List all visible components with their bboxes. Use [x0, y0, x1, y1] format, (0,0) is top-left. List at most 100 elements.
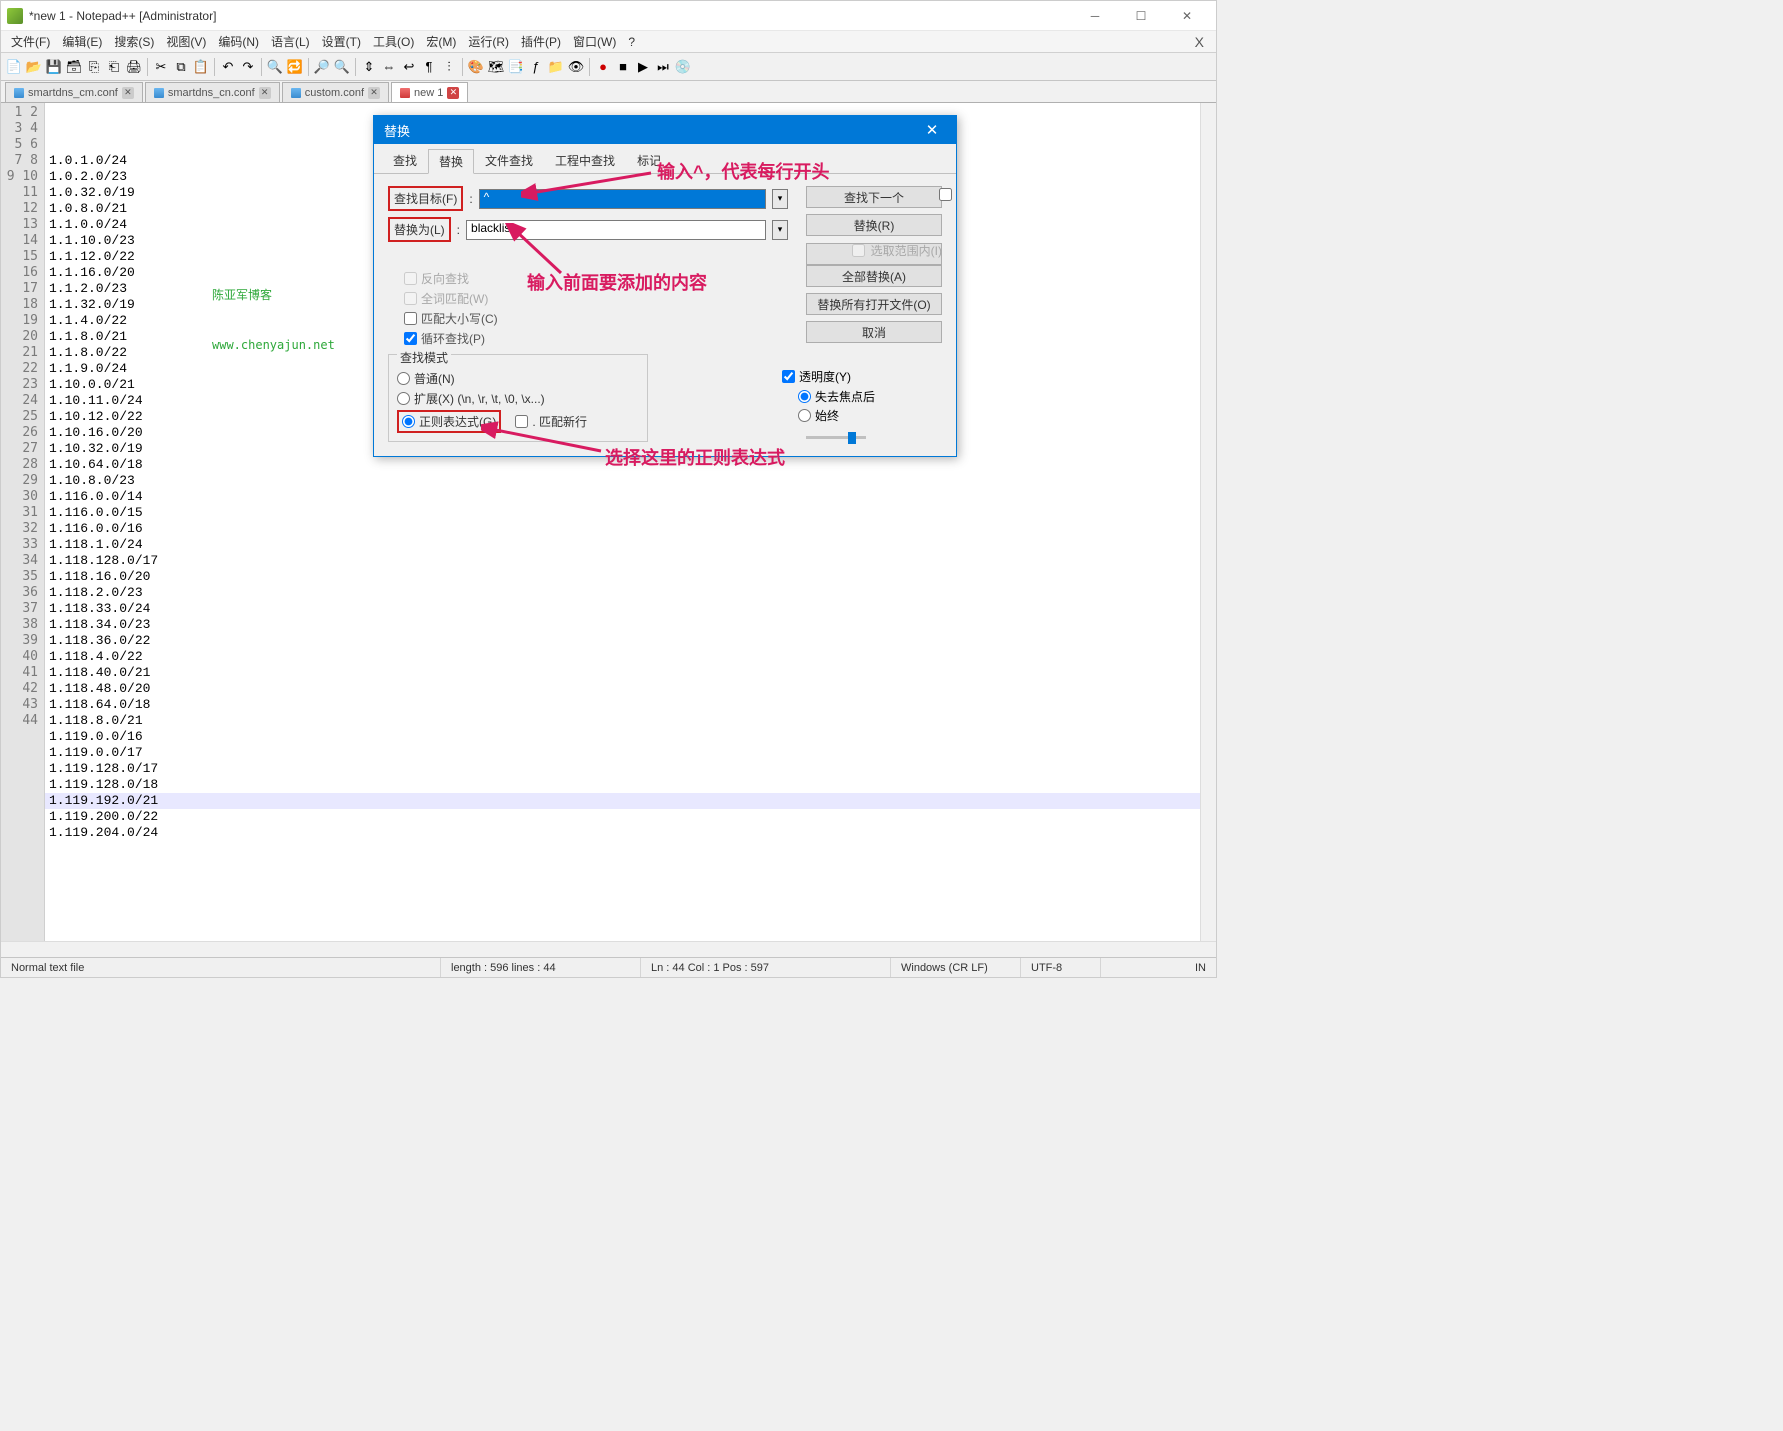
tab-find[interactable]: 查找 [382, 148, 428, 173]
menu-settings[interactable]: 设置(T) [316, 31, 367, 52]
match-newline-check[interactable]: . 匹配新行 [515, 413, 587, 430]
cancel-button[interactable]: 取消 [806, 321, 942, 343]
main-window: *new 1 - Notepad++ [Administrator] ─ ☐ ✕… [0, 0, 1217, 978]
func-list-icon[interactable]: ƒ [527, 58, 545, 76]
show-all-icon[interactable]: ¶ [420, 58, 438, 76]
udl-icon[interactable]: 🎨 [467, 58, 485, 76]
menu-close-x[interactable]: X [1187, 34, 1212, 50]
mode-regex-radio[interactable]: 正则表达式(G) [397, 410, 501, 433]
doc-list-icon[interactable]: 📑 [507, 58, 525, 76]
copy-icon[interactable]: ⧉ [172, 58, 190, 76]
replace-all-button[interactable]: 全部替换(A) [806, 265, 942, 287]
always-radio[interactable]: 始终 [798, 407, 942, 424]
on-lose-focus-radio[interactable]: 失去焦点后 [798, 388, 942, 405]
undo-icon[interactable]: ↶ [219, 58, 237, 76]
replace-all-open-button[interactable]: 替换所有打开文件(O) [806, 293, 942, 315]
tab-close-icon[interactable]: ✕ [122, 87, 134, 99]
in-selection-label: 选取范围内(I) [871, 242, 942, 259]
annotation-3: 选择这里的正则表达式 [605, 444, 785, 470]
close-file-icon[interactable]: ⎘ [85, 58, 103, 76]
replace-icon[interactable]: 🔁 [286, 58, 304, 76]
menu-plugins[interactable]: 插件(P) [515, 31, 567, 52]
menu-search[interactable]: 搜索(S) [108, 31, 160, 52]
replace-button[interactable]: 替换(R) [806, 214, 942, 236]
tab-close-icon[interactable]: ✕ [259, 87, 271, 99]
extra-checkbox[interactable] [939, 188, 952, 201]
paste-icon[interactable]: 📋 [192, 58, 210, 76]
sync-h-icon[interactable]: ⇔ [380, 58, 398, 76]
dialog-titlebar[interactable]: 替换 ✕ [374, 116, 956, 144]
save-icon[interactable]: 💾 [45, 58, 63, 76]
tab-label: smartdns_cn.conf [168, 87, 255, 99]
statusbar: Normal text file length : 596 lines : 44… [1, 957, 1216, 977]
file-tab-3[interactable]: new 1✕ [391, 82, 468, 102]
replace-history-dropdown[interactable]: ▾ [772, 220, 788, 240]
line-gutter: 1 2 3 4 5 6 7 8 9 10 11 12 13 14 15 16 1… [1, 103, 45, 941]
wrap-icon[interactable]: ↩ [400, 58, 418, 76]
menu-view[interactable]: 视图(V) [160, 31, 212, 52]
vertical-scrollbar[interactable] [1200, 103, 1216, 941]
file-icon [154, 88, 164, 98]
watermark-line1: 陈亚军博客 [212, 287, 335, 303]
menu-encoding[interactable]: 编码(N) [212, 31, 265, 52]
replace-label: 替换为(L) [388, 217, 451, 242]
menu-window[interactable]: 窗口(W) [567, 31, 622, 52]
file-tab-0[interactable]: smartdns_cm.conf✕ [5, 82, 143, 102]
zoom-out-icon[interactable]: 🔍 [333, 58, 351, 76]
transparency-check[interactable]: 透明度(Y) [782, 368, 942, 385]
new-file-icon[interactable]: 📄 [5, 58, 23, 76]
play-icon[interactable]: ▶ [634, 58, 652, 76]
horizontal-scrollbar[interactable] [1, 941, 1216, 957]
minimize-button[interactable]: ─ [1072, 1, 1118, 31]
find-history-dropdown[interactable]: ▾ [772, 189, 788, 209]
open-file-icon[interactable]: 📂 [25, 58, 43, 76]
find-next-button[interactable]: 查找下一个 [806, 186, 942, 208]
find-label: 查找目标(F) [388, 186, 463, 211]
maximize-button[interactable]: ☐ [1118, 1, 1164, 31]
zoom-in-icon[interactable]: 🔎 [313, 58, 331, 76]
folder-icon[interactable]: 📁 [547, 58, 565, 76]
mode-extended-radio[interactable]: 扩展(X) (\n, \r, \t, \0, \x...) [397, 390, 639, 407]
search-mode-fieldset: 查找模式 普通(N) 扩展(X) (\n, \r, \t, \0, \x...)… [388, 354, 648, 442]
tab-close-icon[interactable]: ✕ [447, 87, 459, 99]
status-length: length : 596 lines : 44 [441, 958, 641, 977]
tab-replace[interactable]: 替换 [428, 149, 474, 174]
indent-guide-icon[interactable]: ⫶ [440, 58, 458, 76]
find-input[interactable]: ^ [479, 189, 766, 209]
file-tab-1[interactable]: smartdns_cn.conf ✕ [145, 82, 280, 102]
cut-icon[interactable]: ✂ [152, 58, 170, 76]
find-icon[interactable]: 🔍 [266, 58, 284, 76]
tab-label: custom.conf [305, 87, 364, 99]
menu-edit[interactable]: 编辑(E) [56, 31, 108, 52]
file-icon [14, 88, 24, 98]
play-multi-icon[interactable]: ⏭ [654, 58, 672, 76]
file-tab-2[interactable]: custom.conf ✕ [282, 82, 389, 102]
menu-help[interactable]: ? [622, 33, 641, 51]
menu-run[interactable]: 运行(R) [462, 31, 515, 52]
close-all-icon[interactable]: ⎗ [105, 58, 123, 76]
menu-tools[interactable]: 工具(O) [367, 31, 420, 52]
menubar: 文件(F) 编辑(E) 搜索(S) 视图(V) 编码(N) 语言(L) 设置(T… [1, 31, 1216, 53]
menu-language[interactable]: 语言(L) [265, 31, 316, 52]
tab-close-icon[interactable]: ✕ [368, 87, 380, 99]
menu-file[interactable]: 文件(F) [5, 31, 56, 52]
menu-macro[interactable]: 宏(M) [420, 31, 462, 52]
replace-input[interactable]: blacklist- [466, 220, 766, 240]
monitor-icon[interactable]: 👁 [567, 58, 585, 76]
transparency-slider[interactable] [798, 428, 942, 442]
tab-find-in-files[interactable]: 文件查找 [474, 148, 544, 173]
mode-normal-radio[interactable]: 普通(N) [397, 370, 639, 387]
dialog-close-icon[interactable]: ✕ [918, 116, 946, 144]
watermark: 陈亚军博客 www.chenyajun.net [212, 255, 335, 385]
redo-icon[interactable]: ↷ [239, 58, 257, 76]
tab-find-in-projects[interactable]: 工程中查找 [544, 148, 626, 173]
doc-map-icon[interactable]: 🗺 [487, 58, 505, 76]
sync-v-icon[interactable]: ⇕ [360, 58, 378, 76]
stop-icon[interactable]: ■ [614, 58, 632, 76]
save-macro-icon[interactable]: 💿 [674, 58, 692, 76]
tabbar: smartdns_cm.conf✕smartdns_cn.conf✕custom… [1, 81, 1216, 103]
save-all-icon[interactable]: 🗃 [65, 58, 83, 76]
record-icon[interactable]: ● [594, 58, 612, 76]
print-icon[interactable]: 🖨 [125, 58, 143, 76]
close-button[interactable]: ✕ [1164, 1, 1210, 31]
